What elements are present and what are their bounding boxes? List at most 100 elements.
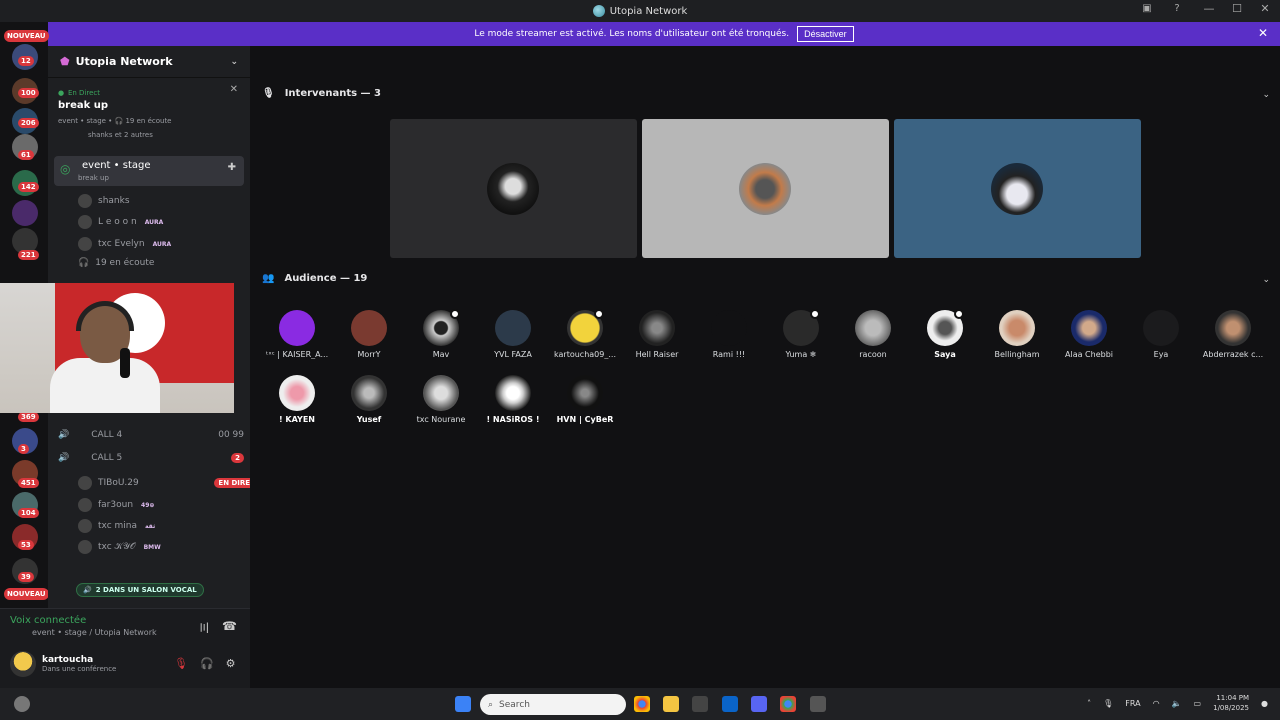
chevron-down-icon[interactable]: ⌄ xyxy=(1262,275,1270,285)
audience-member[interactable]: Alaa Chebbi xyxy=(1054,310,1124,359)
speaker-tag: AURA xyxy=(142,218,166,226)
new-badge: NOUVEAU xyxy=(4,30,49,42)
mic-icon[interactable]: 🎙 xyxy=(1103,699,1113,708)
audience-member[interactable]: Abderrazek c... xyxy=(1198,310,1268,359)
voice-channel-call5[interactable]: 🔊 CALL 5 2 xyxy=(58,453,250,463)
close-banner-icon[interactable]: ✕ xyxy=(1258,26,1268,40)
folder-icon[interactable] xyxy=(663,696,679,712)
speaker-tile[interactable] xyxy=(894,119,1141,258)
speaker-tile[interactable] xyxy=(390,119,637,258)
chevron-up-icon[interactable]: ˄ xyxy=(1087,699,1091,708)
volume-icon[interactable]: 🔈 xyxy=(1172,699,1182,708)
live-event[interactable]: ● En Direct break up event • stage • 🎧 1… xyxy=(58,84,172,139)
audience-member[interactable]: ! NASiROS ! xyxy=(478,375,548,424)
audience-member[interactable]: Hell Raiser xyxy=(622,310,692,359)
outlook-icon[interactable] xyxy=(722,696,738,712)
member-item[interactable]: far3oun 49⊕ xyxy=(78,498,250,512)
stage-channel-sub: break up xyxy=(78,174,109,182)
help-icon[interactable]: ? xyxy=(1170,3,1184,17)
start-icon[interactable] xyxy=(455,696,471,712)
speaker-name: L e o o n xyxy=(98,217,137,227)
clock[interactable]: 11:04 PM 1/08/2025 xyxy=(1213,693,1249,713)
battery-icon[interactable]: ▭ xyxy=(1194,699,1202,708)
notification-icon[interactable]: ● xyxy=(1261,699,1268,708)
widgets-icon[interactable] xyxy=(14,696,30,712)
unread-badge: 53 xyxy=(18,540,34,550)
search-label: Search xyxy=(499,699,530,710)
audience-member[interactable]: Mav xyxy=(406,309,476,359)
avatar xyxy=(639,310,675,346)
audience-member[interactable]: Saya xyxy=(910,309,980,359)
headphones-icon[interactable]: 🎧 xyxy=(200,657,214,670)
audience-member[interactable]: YVL FAZA xyxy=(478,310,548,359)
app-icon[interactable] xyxy=(810,696,826,712)
window-titlebar: Utopia Network ▣ ? — ☐ ✕ xyxy=(0,0,1280,22)
audience-member[interactable]: racoon xyxy=(838,310,908,359)
member-item[interactable]: txc mina ثقة xyxy=(78,519,250,533)
close-window-button[interactable]: ✕ xyxy=(1258,2,1272,15)
avatar xyxy=(78,215,92,229)
current-user[interactable]: kartoucha Dans une conférence xyxy=(10,651,116,677)
discord-icon[interactable] xyxy=(751,696,767,712)
disable-streamer-button[interactable]: Désactiver xyxy=(797,26,854,42)
live-dot-icon: ● xyxy=(58,89,65,97)
member-name: kartoucha09_... xyxy=(554,350,616,359)
chrome-icon[interactable] xyxy=(634,696,650,712)
member-name: Hell Raiser xyxy=(635,350,679,359)
stage-channel-name: event • stage xyxy=(82,160,151,171)
disconnect-icon[interactable]: ☎ xyxy=(222,619,237,633)
audience-member[interactable]: Bellingham xyxy=(982,310,1052,359)
member-name: txc 𝒦𝒴𝒪 xyxy=(98,542,136,552)
chevron-down-icon[interactable]: ⌄ xyxy=(1262,90,1270,100)
audience-member[interactable]: ! KAYEN xyxy=(262,375,332,424)
inbox-icon[interactable]: ▣ xyxy=(1140,3,1154,17)
speaker-item[interactable]: txc Evelyn AURA xyxy=(78,237,250,251)
soundboard-icon[interactable]: 〣 xyxy=(198,619,210,636)
speaker-item[interactable]: L e o o n AURA xyxy=(78,215,250,229)
voice-pill[interactable]: 🔊 2 DANS UN SALON VOCAL xyxy=(76,583,204,597)
speaker-item[interactable]: shanks xyxy=(78,194,250,208)
voice-channel-call4[interactable]: 🔊 CALL 4 00 99 xyxy=(58,430,250,440)
member-item[interactable]: txc 𝒦𝒴𝒪 BMW xyxy=(78,540,250,554)
server-name: Utopia Network xyxy=(75,55,173,68)
close-icon[interactable]: ✕ xyxy=(230,84,238,95)
audience-member[interactable]: MorrY xyxy=(334,310,404,359)
unread-badge: 206 xyxy=(18,118,39,128)
speaker-icon: 🔊 xyxy=(58,453,70,463)
audience-member[interactable]: Yuma ❄ xyxy=(766,309,836,359)
store-icon[interactable] xyxy=(692,696,708,712)
member-item[interactable]: TIBoU.29 EN DIRECT xyxy=(78,476,250,490)
speaker-tile[interactable] xyxy=(642,119,889,258)
audience-member[interactable]: kartoucha09_... xyxy=(550,309,620,359)
member-name: HVN | CyBeR xyxy=(556,415,614,424)
unread-badge: 61 xyxy=(18,150,34,160)
mic-icon: 🎙 xyxy=(262,88,275,99)
language-indicator[interactable]: FRA xyxy=(1125,699,1140,708)
invite-icon[interactable]: ✚ xyxy=(228,162,236,173)
audience-member[interactable]: HVN | CyBeR xyxy=(550,375,620,424)
taskbar-search[interactable]: ⌕ Search xyxy=(480,694,626,715)
member-name: Bellingham xyxy=(994,350,1040,359)
audience-member[interactable]: Yusef xyxy=(334,375,404,424)
avatar xyxy=(279,310,315,346)
stage-channel[interactable]: event • stage break up ◎ ✚ xyxy=(54,156,244,186)
audience-member[interactable]: Rami !!! xyxy=(694,310,764,359)
audience-member[interactable]: ᵗˣᶜ | KAISER_A... xyxy=(262,310,332,359)
gear-icon[interactable]: ⚙ xyxy=(226,657,236,670)
event-title: break up xyxy=(58,100,109,111)
server-icon[interactable] xyxy=(12,200,38,226)
member-name: ! NASiROS ! xyxy=(486,415,540,424)
maximize-button[interactable]: ☐ xyxy=(1230,2,1244,15)
audience-member[interactable]: Eya xyxy=(1126,310,1196,359)
unread-badge: 369 xyxy=(18,412,39,422)
member-name: MorrY xyxy=(357,350,381,359)
wifi-icon[interactable]: ◠ xyxy=(1153,699,1160,708)
taskbar: ⌕ Search ˄ 🎙 FRA ◠ 🔈 ▭ 11:04 PM 1/08/2025 … xyxy=(0,688,1280,720)
mic-muted-icon[interactable]: 🎙 xyxy=(174,657,188,670)
audience-member[interactable]: txc Nourane xyxy=(406,375,476,424)
avatar xyxy=(351,375,387,411)
chrome-icon[interactable] xyxy=(780,696,796,712)
server-header[interactable]: ⬟ Utopia Network ⌄ xyxy=(48,46,250,78)
chevron-down-icon[interactable]: ⌄ xyxy=(230,57,238,67)
minimize-button[interactable]: — xyxy=(1202,2,1216,15)
